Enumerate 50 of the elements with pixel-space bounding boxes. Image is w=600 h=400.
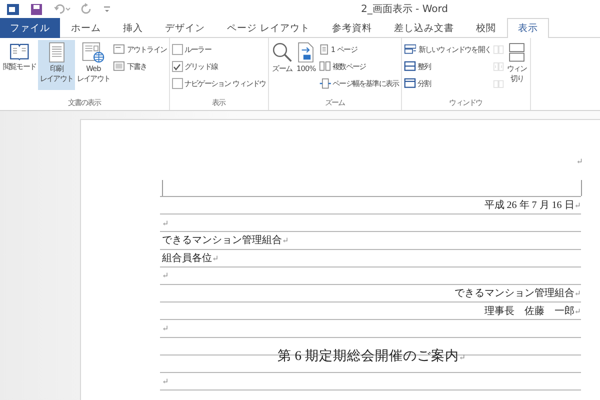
ribbon-tab[interactable]: 挿入 [112, 18, 154, 38]
paragraph-mark: ↵ [574, 201, 581, 210]
paragraph-text: 平成 26 年 7 月 16 日 [484, 200, 574, 211]
document-title: 第 6 期定期総会開催のご案内 [277, 348, 459, 363]
paragraph-text: 組合員各位 [162, 252, 212, 264]
paragraph-mark: ↵ [574, 306, 581, 316]
paragraph-text: できるマンション管理組合 [162, 235, 282, 246]
zoom-page-icon [297, 42, 315, 63]
print-layout-icon [48, 42, 66, 63]
ribbon-tab[interactable]: 差し込み文書 [383, 18, 466, 38]
ribbon-tab[interactable]: 表示 [507, 18, 550, 38]
checkbox[interactable] [172, 61, 183, 72]
arrange-icon [404, 61, 416, 72]
paragraph-text: できるマンション管理組合 [454, 288, 574, 299]
switch-window-icon [508, 42, 526, 63]
outline-icon [113, 44, 125, 55]
paragraph-mark: ↵ [458, 352, 466, 362]
multiple-pages-icon [318, 61, 331, 72]
customize-menu-icon[interactable] [103, 4, 111, 14]
ribbon-tab[interactable]: ページ レイアウト [216, 18, 322, 38]
ribbon-tab[interactable]: 参考資料 [321, 18, 384, 38]
save-icon[interactable] [30, 2, 43, 16]
new-window-icon [404, 44, 416, 55]
paragraph-mark: ↵ [162, 271, 169, 280]
window-title: 2_画面表示 - Word [361, 2, 448, 16]
paragraph-mark: ↵ [212, 254, 219, 263]
web-layout-icon [82, 42, 105, 63]
word-app-icon [6, 2, 20, 16]
paragraph-mark: ↵ [162, 324, 169, 334]
paragraph-mark: ↵ [282, 236, 289, 246]
paragraph-mark: ↵ [162, 218, 169, 228]
ribbon-tab[interactable]: ホーム [60, 18, 112, 38]
checkbox[interactable] [172, 44, 183, 55]
check-icon [173, 62, 182, 70]
checkbox[interactable] [172, 78, 183, 89]
paragraph-text: 理事長 佐藤 一郎 [484, 306, 574, 317]
page-width-icon [318, 78, 331, 90]
undo-icon[interactable] [53, 3, 71, 15]
paragraph-mark: ↵ [576, 157, 583, 166]
ribbon-tab[interactable]: ファイル [0, 18, 60, 38]
ribbon-tab[interactable]: デザイン [154, 18, 216, 38]
paragraph-mark: ↵ [574, 288, 581, 298]
split-icon [404, 78, 416, 89]
search-icon [272, 42, 292, 63]
draft-icon [113, 61, 125, 72]
ribbon-tab[interactable]: 校閲 [465, 18, 508, 38]
single-page-icon [318, 44, 329, 56]
redo-icon[interactable] [81, 3, 93, 15]
reading-mode-icon [9, 42, 30, 62]
paragraph-mark: ↵ [162, 376, 169, 386]
